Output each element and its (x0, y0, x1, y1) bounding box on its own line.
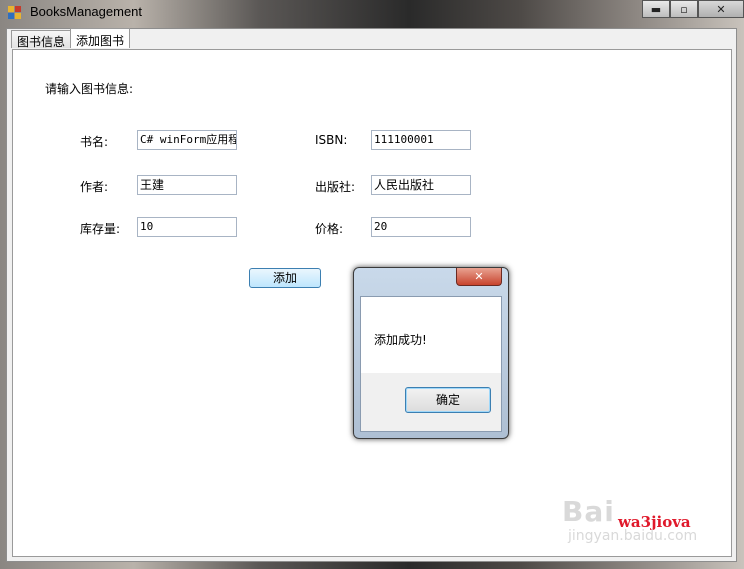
add-button[interactable]: 添加 (249, 268, 321, 288)
message-text: 添加成功! (374, 333, 427, 347)
close-button[interactable]: ✕ (698, 0, 744, 18)
app-icon (8, 6, 21, 19)
maximize-button[interactable]: ▫ (670, 0, 698, 18)
caption-buttons: ▬ ▫ ✕ (642, 0, 744, 20)
publisher-label: 出版社: (315, 180, 356, 194)
author-input[interactable]: 王建 (137, 175, 237, 195)
watermark-url: jingyan.baidu.com (568, 528, 698, 544)
message-body: 添加成功! 确定 (360, 296, 502, 432)
stock-input[interactable]: 10 (137, 217, 237, 237)
form-prompt: 请输入图书信息: (45, 82, 134, 96)
tab-strip: 图书信息 添加图书 (11, 28, 131, 50)
price-input[interactable]: 20 (371, 217, 471, 237)
title-input[interactable]: C# winForm应用程 (137, 130, 237, 150)
isbn-input[interactable]: 111100001 (371, 130, 471, 150)
title-label: 书名: (80, 135, 109, 149)
publisher-input[interactable]: 人民出版社 (371, 175, 471, 195)
message-footer: 确定 (361, 373, 501, 431)
tab-add-book[interactable]: 添加图书 (70, 28, 131, 48)
window-title: BooksManagement (30, 4, 143, 19)
title-bar[interactable]: BooksManagement ▬ ▫ ✕ (0, 0, 744, 26)
ok-button[interactable]: 确定 (405, 387, 491, 413)
baidu-watermark: Bai (562, 495, 615, 528)
message-box: ✕ 添加成功! 确定 (353, 267, 509, 439)
isbn-label: ISBN: (315, 133, 348, 147)
message-close-button[interactable]: ✕ (456, 268, 502, 286)
stock-label: 库存量: (80, 222, 121, 236)
tab-book-info[interactable]: 图书信息 (11, 30, 72, 49)
minimize-button[interactable]: ▬ (642, 0, 670, 18)
price-label: 价格: (315, 222, 344, 236)
author-label: 作者: (80, 180, 109, 194)
